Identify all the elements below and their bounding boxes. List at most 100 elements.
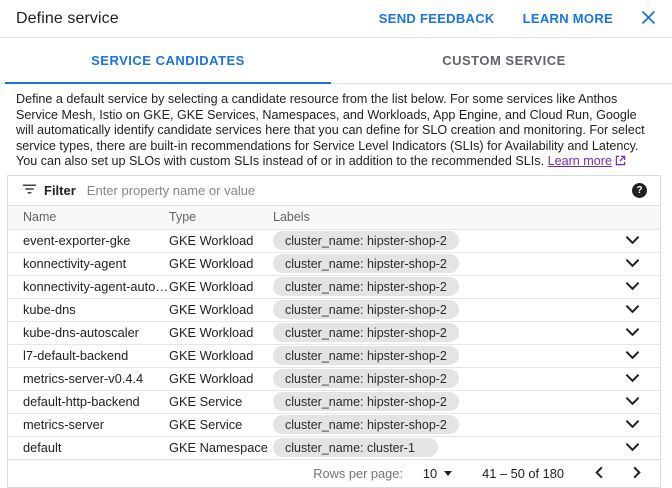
dropdown-caret-icon [444, 471, 452, 476]
column-header-type: Type [169, 206, 273, 229]
label-chip: cluster_name: hipster-shop-2 [273, 415, 459, 434]
cell-type: GKE Namespace [169, 436, 273, 459]
filter-button[interactable]: Filter [22, 182, 76, 199]
table-row[interactable]: event-exporter-gkeGKE Workloadcluster_na… [8, 229, 660, 252]
cell-expand [604, 436, 660, 459]
expand-row-button[interactable] [621, 392, 644, 411]
learn-more-button[interactable]: LEARN MORE [523, 11, 613, 26]
open-in-new-icon [615, 155, 626, 171]
cell-name: konnectivity-agent [8, 252, 169, 275]
cell-expand [604, 275, 660, 298]
cell-name: default [8, 436, 169, 459]
tab-service-candidates[interactable]: SERVICE CANDIDATES [0, 38, 336, 83]
cell-name: metrics-server [8, 413, 169, 436]
table-row[interactable]: konnectivity-agent-autoscalerGKE Workloa… [8, 275, 660, 298]
cell-type: GKE Workload [169, 252, 273, 275]
cell-name: kube-dns [8, 298, 169, 321]
help-icon[interactable]: ? [632, 183, 647, 198]
dialog-header: Define service SEND FEEDBACK LEARN MORE [0, 0, 672, 38]
expand-row-button[interactable] [621, 346, 644, 365]
cell-expand [604, 229, 660, 252]
define-service-dialog: Define service SEND FEEDBACK LEARN MORE … [0, 0, 672, 488]
cell-labels: cluster_name: hipster-shop-2 [273, 390, 604, 413]
pagination-bar: Rows per page: 10 41 – 50 of 180 [8, 459, 660, 487]
chevron-down-icon [625, 233, 640, 248]
expand-row-button[interactable] [621, 231, 644, 250]
pagination-range: 41 – 50 of 180 [482, 466, 564, 481]
cell-name: konnectivity-agent-autoscaler [8, 275, 169, 298]
tab-custom-service[interactable]: CUSTOM SERVICE [336, 38, 672, 83]
expand-row-button[interactable] [621, 369, 644, 388]
chevron-down-icon [625, 325, 640, 340]
cell-expand [604, 298, 660, 321]
cell-type: GKE Workload [169, 367, 273, 390]
previous-page-button[interactable] [590, 463, 609, 485]
cell-name: kube-dns-autoscaler [8, 321, 169, 344]
cell-labels: cluster_name: hipster-shop-2 [273, 367, 604, 390]
cell-labels: cluster_name: hipster-shop-2 [273, 321, 604, 344]
cell-type: GKE Service [169, 390, 273, 413]
table-row[interactable]: metrics-server-v0.4.4GKE Workloadcluster… [8, 367, 660, 390]
candidates-table: Name Type Labels event-exporter-gkeGKE W… [8, 206, 660, 459]
chevron-down-icon [625, 394, 640, 409]
chevron-down-icon [625, 440, 640, 455]
cell-type: GKE Workload [169, 275, 273, 298]
header-actions: SEND FEEDBACK LEARN MORE [379, 10, 656, 28]
cell-labels: cluster_name: hipster-shop-2 [273, 344, 604, 367]
label-chip: cluster_name: cluster-1 [273, 438, 438, 457]
table-row[interactable]: l7-default-backendGKE Workloadcluster_na… [8, 344, 660, 367]
expand-row-button[interactable] [621, 277, 644, 296]
rows-per-page-select[interactable]: 10 [423, 466, 452, 481]
chevron-left-icon [592, 465, 607, 483]
table-row[interactable]: metrics-serverGKE Servicecluster_name: h… [8, 413, 660, 436]
send-feedback-button[interactable]: SEND FEEDBACK [379, 11, 495, 26]
cell-expand [604, 367, 660, 390]
candidates-table-card: Filter ? Name Type Labels event-exporter… [7, 175, 661, 488]
cell-labels: cluster_name: cluster-1 [273, 436, 604, 459]
page-title: Define service [16, 10, 119, 28]
rows-per-page-label: Rows per page: [313, 466, 403, 481]
chevron-down-icon [625, 417, 640, 432]
cell-expand [604, 321, 660, 344]
tab-custom-service-label: CUSTOM SERVICE [442, 53, 566, 68]
table-row[interactable]: kube-dns-autoscalerGKE Workloadcluster_n… [8, 321, 660, 344]
table-row[interactable]: konnectivity-agentGKE Workloadcluster_na… [8, 252, 660, 275]
learn-more-link-label: Learn more [548, 154, 612, 168]
cell-expand [604, 252, 660, 275]
cell-expand [604, 390, 660, 413]
cell-labels: cluster_name: hipster-shop-2 [273, 298, 604, 321]
table-row[interactable]: kube-dnsGKE Workloadcluster_name: hipste… [8, 298, 660, 321]
table-row[interactable]: defaultGKE Namespacecluster_name: cluste… [8, 436, 660, 459]
label-chip: cluster_name: hipster-shop-2 [273, 277, 459, 296]
label-chip: cluster_name: hipster-shop-2 [273, 300, 459, 319]
expand-row-button[interactable] [621, 438, 644, 457]
chevron-right-icon [629, 465, 644, 483]
tab-service-candidates-label: SERVICE CANDIDATES [91, 53, 245, 68]
chevron-down-icon [625, 348, 640, 363]
close-button[interactable] [641, 10, 656, 28]
expand-row-button[interactable] [621, 323, 644, 342]
filter-input[interactable] [87, 183, 632, 198]
rows-per-page-value: 10 [423, 466, 437, 481]
table-body: event-exporter-gkeGKE Workloadcluster_na… [8, 229, 660, 459]
chevron-down-icon [625, 279, 640, 294]
label-chip: cluster_name: hipster-shop-2 [273, 323, 459, 342]
learn-more-link[interactable]: Learn more [548, 154, 626, 168]
expand-row-button[interactable] [621, 254, 644, 273]
next-page-button[interactable] [627, 463, 646, 485]
label-chip: cluster_name: hipster-shop-2 [273, 254, 459, 273]
expand-row-button[interactable] [621, 415, 644, 434]
cell-type: GKE Workload [169, 344, 273, 367]
cell-labels: cluster_name: hipster-shop-2 [273, 413, 604, 436]
expand-row-button[interactable] [621, 300, 644, 319]
close-icon [641, 10, 656, 28]
chevron-down-icon [625, 256, 640, 271]
column-header-labels: Labels [273, 206, 604, 229]
table-row[interactable]: default-http-backendGKE Servicecluster_n… [8, 390, 660, 413]
cell-expand [604, 413, 660, 436]
cell-type: GKE Workload [169, 321, 273, 344]
cell-name: metrics-server-v0.4.4 [8, 367, 169, 390]
label-chip: cluster_name: hipster-shop-2 [273, 369, 459, 388]
cell-name: event-exporter-gke [8, 229, 169, 252]
cell-type: GKE Workload [169, 229, 273, 252]
